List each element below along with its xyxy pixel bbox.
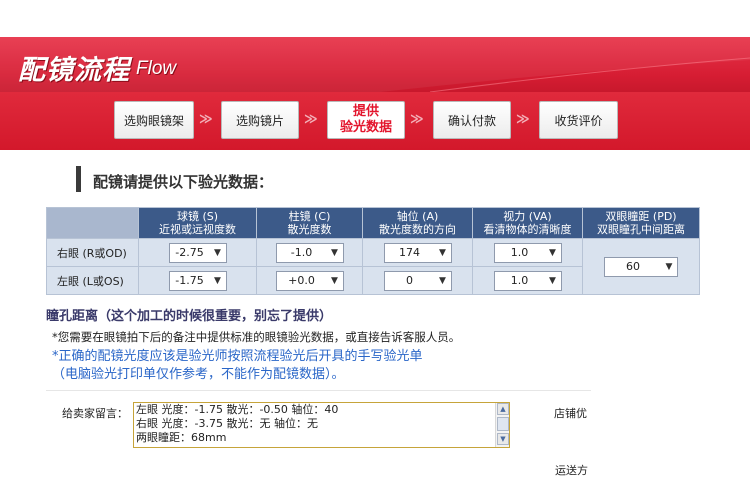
column-header-axis: 轴位 (A) 散光度数的方向 — [362, 207, 473, 239]
step-label: 确认付款 — [447, 113, 496, 128]
note-computer-printout: （电脑验光打印单仅作参考，不能作为配镜数据）。 — [52, 367, 345, 382]
select-value: -2.75 — [175, 246, 204, 259]
banner-title: 配镜流程 — [18, 55, 130, 86]
shop-label: 店铺优 — [554, 407, 587, 420]
cell-cylinder: +0.0 ▼ — [256, 266, 363, 295]
column-header-line2: 双眼瞳孔中间距离 — [597, 223, 685, 236]
step-label-line2: 验光数据 — [339, 120, 392, 135]
step-arrow-icon: ≫ — [516, 112, 529, 127]
axis-select-right[interactable]: 174 ▼ — [383, 242, 452, 263]
select-value: +0.0 — [288, 274, 315, 287]
column-header-cylinder: 柱镜 (C) 散光度数 — [256, 207, 363, 239]
seller-message-textarea[interactable]: 左眼 光度：-1.75 散光：-0.50 轴位：40 右眼 光度：-3.75 散… — [133, 402, 510, 448]
column-header-line1: 视力 (VA) — [503, 210, 552, 223]
step-label-line1: 提供 — [352, 104, 379, 119]
cell-cylinder: -1.0 ▼ — [256, 238, 363, 267]
select-value: -1.75 — [175, 274, 204, 287]
note-instructions: *您需要在眼镜拍下后的备注中提供标准的眼镜验光数据，或直接告诉客服人员。 — [52, 330, 461, 344]
section-title: 配镜请提供以下验光数据： — [93, 173, 274, 191]
step-label: 选购眼镜架 — [123, 113, 184, 128]
column-header-line1: 柱镜 (C) — [288, 210, 331, 223]
column-header-line2: 近视或远视度数 — [159, 223, 236, 236]
step-label: 收货评价 — [554, 113, 603, 128]
select-value: 174 — [399, 246, 420, 259]
column-header-line1: 球镜 (S) — [176, 210, 219, 223]
select-value: -1.0 — [290, 246, 313, 259]
section-marker — [76, 166, 81, 192]
select-value: 1.0 — [510, 246, 529, 259]
table-row-right-eye: 右眼 (R或OD) -2.75 ▼ -1.0 ▼ 174 ▼ 1.0 ▼ 60 … — [46, 238, 700, 295]
scroll-thumb[interactable] — [497, 417, 509, 431]
message-line: 左眼 光度：-1.75 散光：-0.50 轴位：40 — [136, 403, 339, 416]
chevron-down-icon: ▼ — [439, 247, 446, 258]
step-label: 选购镜片 — [235, 113, 284, 128]
page-root: 配镜流程 Flow 选购眼镜架 ≫ 选购镜片 ≫ 提供 验光数据 ≫ 确认付款 … — [0, 0, 750, 480]
pd-title: 瞳孔距离（这个加工的时候很重要，别忘了提供） — [46, 309, 333, 324]
cell-va: 1.0 ▼ — [472, 266, 583, 295]
chevron-down-icon: ▼ — [549, 275, 556, 286]
step-arrow-icon: ≫ — [199, 112, 212, 127]
message-line: 右眼 光度：-3.75 散光：无 轴位：无 — [136, 417, 318, 430]
column-header-pd: 双眼瞳距 (PD) 双眼瞳孔中间距离 — [582, 207, 700, 239]
message-label: 给卖家留言： — [62, 407, 128, 420]
va-select-left[interactable]: 1.0 ▼ — [493, 270, 562, 291]
select-value: 0 — [406, 274, 413, 287]
cylinder-select-right[interactable]: -1.0 ▼ — [275, 242, 344, 263]
note-correct-prescription: *正确的配镜光度应该是验光师按照流程验光后开具的手写验光单 — [52, 349, 423, 364]
divider — [46, 390, 591, 391]
scroll-down-icon[interactable]: ▼ — [497, 433, 509, 445]
sphere-select-right[interactable]: -2.75 ▼ — [168, 242, 227, 263]
cell-va: 1.0 ▼ — [472, 238, 583, 267]
scroll-up-icon[interactable]: ▲ — [497, 403, 509, 415]
column-header-line2: 看清物体的清晰度 — [483, 223, 572, 236]
step-confirm-payment[interactable]: 确认付款 — [433, 101, 511, 139]
chevron-down-icon: ▼ — [665, 261, 673, 272]
cell-sphere: -1.75 ▼ — [138, 266, 257, 295]
cylinder-select-left[interactable]: +0.0 ▼ — [275, 270, 344, 291]
message-line: 两眼瞳距：68mm — [136, 431, 227, 444]
chevron-down-icon: ▼ — [331, 247, 338, 258]
select-value: 1.0 — [510, 274, 529, 287]
row-label-right-eye: 右眼 (R或OD) — [46, 238, 139, 267]
table-header-row: 球镜 (S) 近视或远视度数 柱镜 (C) 散光度数 轴位 (A) 散光度数的方… — [46, 207, 700, 239]
chevron-down-icon: ▼ — [549, 247, 556, 258]
column-header-va: 视力 (VA) 看清物体的清晰度 — [472, 207, 583, 239]
step-select-frame[interactable]: 选购眼镜架 — [114, 101, 194, 139]
banner-subtitle: Flow — [136, 58, 177, 79]
shipping-label: 运送方 — [555, 464, 588, 477]
column-header-line2: 散光度数 — [287, 223, 332, 236]
chevron-down-icon: ▼ — [331, 275, 338, 286]
cell-axis: 0 ▼ — [362, 266, 473, 295]
prescription-table: 球镜 (S) 近视或远视度数 柱镜 (C) 散光度数 轴位 (A) 散光度数的方… — [46, 207, 700, 295]
select-value: 60 — [626, 260, 640, 273]
chevron-down-icon: ▼ — [439, 275, 446, 286]
pd-select[interactable]: 60 ▼ — [604, 256, 678, 277]
table-header-corner — [46, 207, 139, 239]
column-header-line2: 散光度数的方向 — [379, 223, 456, 236]
step-arrow-icon: ≫ — [410, 112, 423, 127]
chevron-down-icon: ▼ — [214, 275, 221, 286]
axis-select-left[interactable]: 0 ▼ — [383, 270, 452, 291]
row-label-left-eye: 左眼 (L或OS) — [46, 266, 139, 295]
step-arrow-icon: ≫ — [304, 112, 317, 127]
cell-axis: 174 ▼ — [362, 238, 473, 267]
step-receive-review[interactable]: 收货评价 — [539, 101, 618, 139]
column-header-sphere: 球镜 (S) 近视或远视度数 — [138, 207, 257, 239]
cell-pd: 60 ▼ — [582, 238, 700, 295]
textarea-scrollbar[interactable]: ▲ ▼ — [495, 403, 509, 447]
column-header-line1: 轴位 (A) — [396, 210, 439, 223]
column-header-line1: 双眼瞳距 (PD) — [605, 210, 677, 223]
step-provide-prescription[interactable]: 提供 验光数据 — [327, 101, 405, 139]
cell-sphere: -2.75 ▼ — [138, 238, 257, 267]
chevron-down-icon: ▼ — [214, 247, 221, 258]
step-select-lens[interactable]: 选购镜片 — [221, 101, 299, 139]
sphere-select-left[interactable]: -1.75 ▼ — [168, 270, 227, 291]
va-select-right[interactable]: 1.0 ▼ — [493, 242, 562, 263]
